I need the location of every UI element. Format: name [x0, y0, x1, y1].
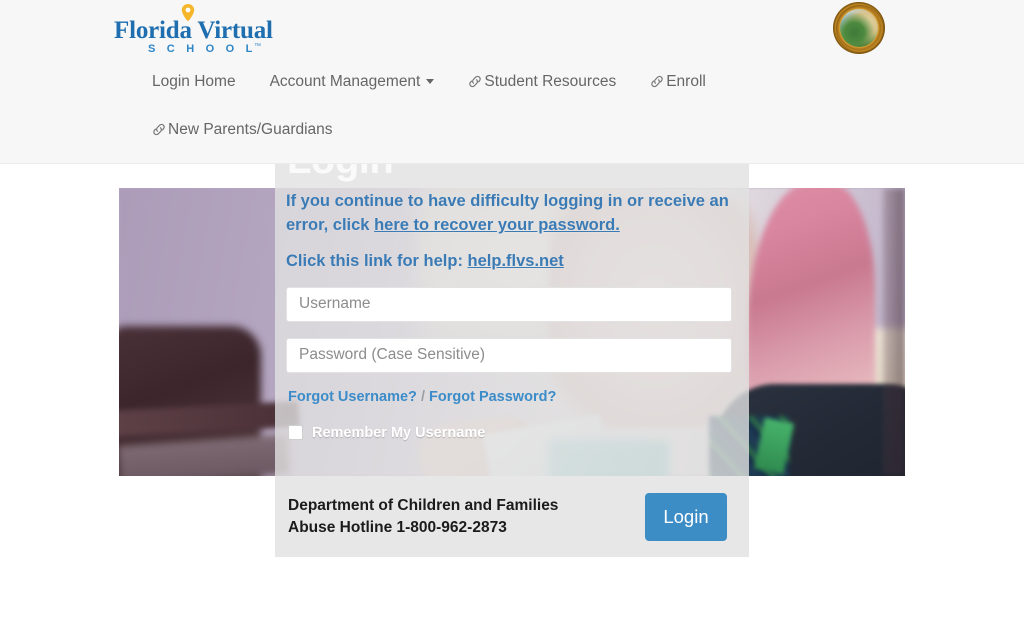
- help-site-link[interactable]: help.flvs.net: [468, 252, 564, 270]
- nav-label: Account Management: [269, 73, 421, 90]
- forgot-username-link[interactable]: Forgot Username?: [288, 389, 417, 405]
- nav-label: Login Home: [152, 73, 236, 90]
- login-button[interactable]: Login: [645, 493, 727, 541]
- nav-item-account-management[interactable]: Account Management: [270, 68, 435, 96]
- link-icon: [468, 74, 482, 89]
- flvs-logo[interactable]: Florida Virtual S C H O O L ™: [114, 4, 274, 56]
- logo-subtitle: S C H O O L: [148, 43, 257, 55]
- help-link-text: Click this link for help:: [286, 251, 468, 270]
- abuse-hotline-line1: Department of Children and Families: [288, 497, 559, 515]
- help-link-row: Click this link for help: help.flvs.net: [286, 252, 738, 271]
- nav-item-enroll[interactable]: Enroll: [650, 68, 706, 96]
- nav-row-secondary: New Parents/Guardians: [152, 116, 852, 144]
- forgot-password-link[interactable]: Forgot Password?: [429, 389, 556, 405]
- username-input[interactable]: [286, 286, 732, 322]
- nav-label: New Parents/Guardians: [168, 120, 333, 138]
- remember-username-checkbox[interactable]: [288, 425, 303, 441]
- forgot-links: Forgot Username? / Forgot Password?: [288, 389, 738, 405]
- help-message: If you continue to have difficulty loggi…: [286, 190, 738, 238]
- nav-item-student-resources[interactable]: Student Resources: [468, 68, 616, 96]
- main-navigation: Login Home Account Management Student Re…: [152, 68, 852, 143]
- site-header: Florida Virtual S C H O O L ™ Login Home…: [0, 0, 1024, 164]
- nav-item-new-parents-guardians[interactable]: New Parents/Guardians: [152, 116, 333, 144]
- abuse-hotline-notice: Department of Children and Families Abus…: [288, 495, 645, 538]
- florida-state-seal-icon: [833, 2, 885, 54]
- logo-trademark: ™: [254, 43, 261, 50]
- page-root: Florida Virtual S C H O O L ™ Login Home…: [0, 0, 1024, 635]
- login-form: If you continue to have difficulty loggi…: [275, 164, 749, 441]
- photo-right-shadow: [883, 188, 905, 476]
- nav-label: Enroll: [666, 73, 706, 90]
- remember-username-label: Remember My Username: [312, 424, 486, 441]
- nav-label: Student Resources: [484, 73, 617, 90]
- panel-footer: Department of Children and Families Abus…: [275, 477, 749, 557]
- link-icon: [152, 122, 166, 137]
- abuse-hotline-line2: Abuse Hotline 1-800-962-2873: [288, 519, 507, 536]
- password-input[interactable]: [286, 337, 732, 373]
- forgot-separator: /: [416, 388, 430, 405]
- recover-password-link[interactable]: here to recover your password.: [374, 216, 620, 234]
- nav-item-login-home[interactable]: Login Home: [152, 68, 236, 96]
- remember-username-row[interactable]: Remember My Username: [288, 425, 738, 441]
- logo-wordmark: Florida Virtual: [114, 17, 273, 44]
- nav-row-primary: Login Home Account Management Student Re…: [152, 68, 852, 96]
- login-panel: Login If you continue to have difficulty…: [275, 140, 749, 557]
- chevron-down-icon: [426, 79, 435, 85]
- link-icon: [650, 74, 664, 89]
